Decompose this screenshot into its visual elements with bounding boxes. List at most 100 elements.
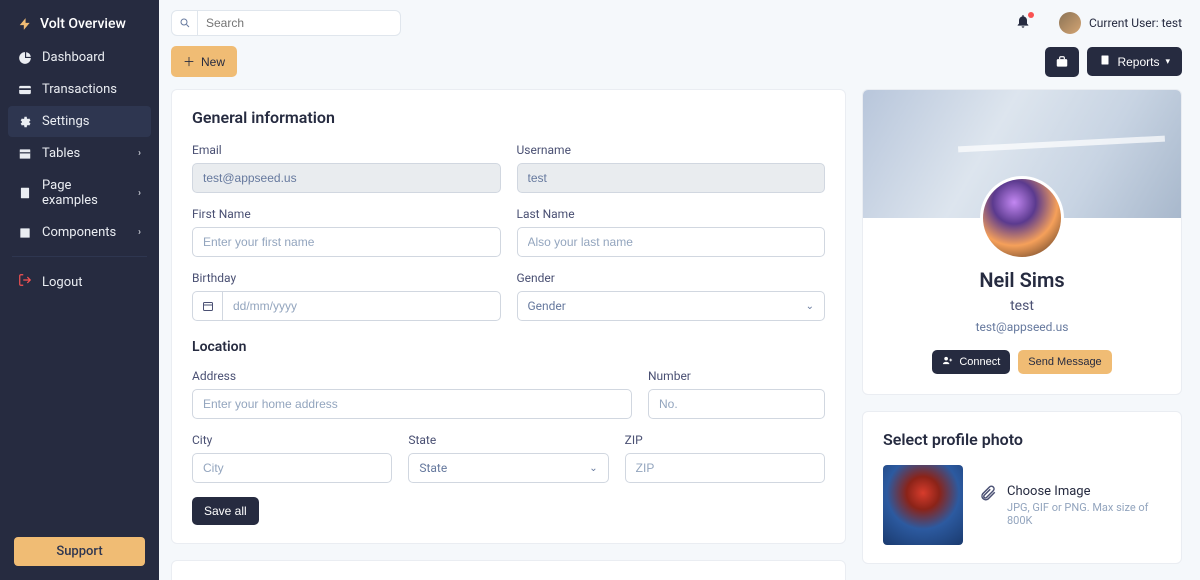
choose-hint: JPG, GIF or PNG. Max size of 800K <box>1007 501 1161 527</box>
profile-photo-card: Select profile photo Choose Image JPG, G… <box>862 411 1182 564</box>
save-all-button[interactable]: Save all <box>192 497 259 525</box>
email-field <box>192 163 501 193</box>
search-field[interactable] <box>198 16 400 30</box>
send-message-button[interactable]: Send Message <box>1018 350 1111 374</box>
sidebar-item-label: Settings <box>42 114 89 129</box>
user-label: Current User: test <box>1089 16 1182 30</box>
gender-select[interactable]: Gender ⌄ <box>517 291 826 321</box>
content: General information Email Username First… <box>159 89 1200 580</box>
briefcase-button[interactable] <box>1045 47 1079 77</box>
current-user-menu[interactable]: Current User: test <box>1059 12 1182 34</box>
general-heading: General information <box>192 108 825 127</box>
state-value: State <box>419 461 447 475</box>
profile-role: test <box>879 298 1165 314</box>
sidebar-item-label: Tables <box>42 146 80 161</box>
email-label: Email <box>192 143 501 157</box>
choose-label: Choose Image <box>1007 484 1161 499</box>
box-icon <box>18 226 32 240</box>
profile-avatar <box>980 176 1064 260</box>
sidebar-item-label: Transactions <box>42 82 117 97</box>
city-field[interactable] <box>192 453 392 483</box>
sidebar-item-page-examples[interactable]: Page examples › <box>8 170 151 216</box>
birthday-input[interactable] <box>192 291 501 321</box>
address-field[interactable] <box>192 389 632 419</box>
sidebar-item-dashboard[interactable]: Dashboard <box>8 42 151 73</box>
logout-icon <box>18 273 32 291</box>
notifications-button[interactable] <box>1015 13 1035 33</box>
sidebar-item-transactions[interactable]: Transactions <box>8 74 151 105</box>
cover-image <box>863 90 1181 218</box>
brand[interactable]: Volt Overview <box>0 8 159 42</box>
support-button[interactable]: Support <box>14 537 145 566</box>
brand-label: Volt Overview <box>40 16 126 32</box>
reports-button[interactable]: Reports ▾ <box>1087 47 1182 76</box>
bolt-icon <box>18 17 32 31</box>
alerts-card: Alerts & Notifications <box>171 560 846 580</box>
table-icon <box>18 147 32 161</box>
birthday-label: Birthday <box>192 271 501 285</box>
sidebar-item-label: Dashboard <box>42 50 105 65</box>
profile-email: test@appseed.us <box>879 320 1165 334</box>
state-select[interactable]: State ⌄ <box>408 453 608 483</box>
new-label: New <box>201 55 225 69</box>
chevron-right-icon: › <box>138 148 141 159</box>
state-label: State <box>408 433 608 447</box>
first-name-label: First Name <box>192 207 501 221</box>
gender-label: Gender <box>517 271 826 285</box>
last-name-field[interactable] <box>517 227 826 257</box>
sidebar: Volt Overview Dashboard Transactions Set… <box>0 0 159 580</box>
choose-image-button[interactable]: Choose Image JPG, GIF or PNG. Max size o… <box>979 484 1161 527</box>
number-label: Number <box>648 369 825 383</box>
logout-button[interactable]: Logout <box>0 265 159 299</box>
avatar <box>1059 12 1081 34</box>
action-row: ＋ New Reports ▾ <box>159 36 1200 89</box>
main: Current User: test ＋ New Reports ▾ Gener… <box>159 0 1200 580</box>
connect-label: Connect <box>959 356 1000 368</box>
photo-heading: Select profile photo <box>883 430 1161 449</box>
profile-name: Neil Sims <box>879 268 1165 292</box>
col-left: General information Email Username First… <box>171 89 846 580</box>
col-right: Neil Sims test test@appseed.us Connect S… <box>862 89 1182 580</box>
new-button[interactable]: ＋ New <box>171 46 237 77</box>
paperclip-icon <box>979 484 997 506</box>
last-name-label: Last Name <box>517 207 826 221</box>
birthday-field[interactable] <box>222 291 501 321</box>
sidebar-item-components[interactable]: Components › <box>8 217 151 248</box>
photo-thumbnail <box>883 465 963 545</box>
sidebar-item-tables[interactable]: Tables › <box>8 138 151 169</box>
zip-field[interactable] <box>625 453 825 483</box>
connect-button[interactable]: Connect <box>932 350 1010 374</box>
search-icon <box>172 11 198 35</box>
number-field[interactable] <box>648 389 825 419</box>
plus-icon: ＋ <box>183 53 195 70</box>
card-icon <box>18 83 32 97</box>
document-icon <box>1099 54 1111 69</box>
gender-value: Gender <box>528 299 566 313</box>
chevron-right-icon: › <box>138 188 141 199</box>
sidebar-item-settings[interactable]: Settings <box>8 106 151 137</box>
sidebar-item-label: Page examples <box>42 178 128 208</box>
sidebar-item-label: Components <box>42 225 116 240</box>
chevron-down-icon: ⌄ <box>589 463 597 474</box>
topbar: Current User: test <box>159 0 1200 36</box>
nav: Dashboard Transactions Settings Tables ›… <box>0 42 159 248</box>
page-icon <box>18 186 32 200</box>
search-input[interactable] <box>171 10 401 36</box>
user-plus-icon <box>942 355 953 369</box>
chevron-right-icon: › <box>138 227 141 238</box>
chevron-down-icon: ▾ <box>1165 56 1170 67</box>
divider <box>12 256 147 257</box>
profile-card: Neil Sims test test@appseed.us Connect S… <box>862 89 1182 395</box>
gear-icon <box>18 115 32 129</box>
chevron-down-icon: ⌄ <box>806 301 814 312</box>
reports-label: Reports <box>1117 55 1159 69</box>
logout-label: Logout <box>42 275 83 290</box>
address-label: Address <box>192 369 632 383</box>
username-label: Username <box>517 143 826 157</box>
calendar-icon <box>192 291 222 321</box>
first-name-field[interactable] <box>192 227 501 257</box>
general-info-card: General information Email Username First… <box>171 89 846 544</box>
username-field <box>517 163 826 193</box>
pie-icon <box>18 51 32 65</box>
location-heading: Location <box>192 339 825 355</box>
